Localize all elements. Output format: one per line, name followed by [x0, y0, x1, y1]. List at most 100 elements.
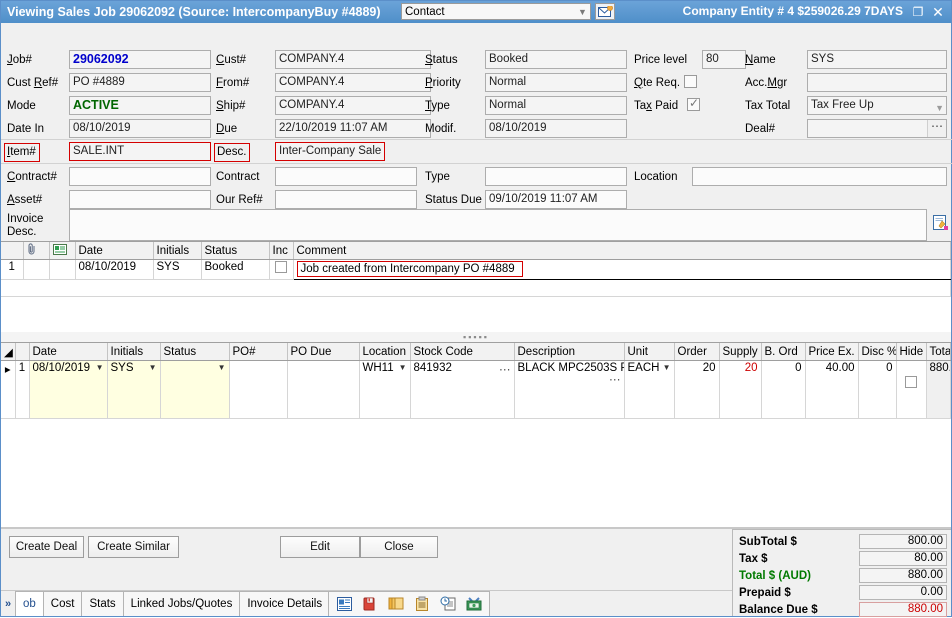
acc-mgr-field[interactable] — [807, 73, 947, 92]
from-number-field[interactable]: COMPANY.4 — [275, 73, 431, 92]
description-browse-button[interactable]: ⋯ — [609, 374, 621, 386]
line-row-description[interactable]: BLACK MPC2503S PRINT CARTRIDGE ⋯ — [514, 361, 624, 419]
line-row-stock-code[interactable]: 841932 ⋯ — [410, 361, 514, 419]
cust-number-field[interactable]: COMPANY.4 — [275, 50, 431, 69]
create-similar-button[interactable]: Create Similar — [88, 536, 179, 558]
qte-req-checkbox[interactable] — [684, 75, 697, 88]
status-field[interactable]: Booked — [485, 50, 627, 69]
scroll-tabs-left-icon[interactable]: » — [1, 591, 15, 616]
comments-col-rownum[interactable] — [1, 242, 23, 260]
lines-col-description[interactable]: Description — [514, 343, 624, 361]
invoice-desc-field[interactable] — [69, 209, 927, 241]
tab-stats[interactable]: Stats — [81, 591, 123, 616]
location-field[interactable] — [692, 167, 947, 186]
comments-col-comment[interactable]: Comment — [293, 242, 951, 260]
tax-paid-checkbox[interactable] — [687, 98, 700, 111]
table-row[interactable]: ▸ 1 08/10/2019 ▼ SYS ▼ ▼ — [1, 361, 951, 419]
chevron-down-icon[interactable]: ▼ — [94, 362, 104, 374]
line-row-b-ord[interactable]: 0 — [761, 361, 805, 419]
lines-col-unit[interactable]: Unit — [624, 343, 674, 361]
contract-field[interactable] — [275, 167, 417, 186]
mail-icon[interactable] — [595, 3, 615, 20]
copy-pages-icon[interactable] — [383, 593, 409, 615]
lines-col-supply[interactable]: Supply — [719, 343, 761, 361]
grid-splitter[interactable]: ▪▪▪▪▪ — [1, 332, 951, 343]
type2-field[interactable] — [485, 167, 627, 186]
modif-field[interactable]: 08/10/2019 — [485, 119, 627, 138]
comments-col-status[interactable]: Status — [201, 242, 269, 260]
red-folder-icon[interactable] — [357, 593, 383, 615]
lines-col-disc-pct[interactable]: Disc % — [858, 343, 896, 361]
line-row-status[interactable]: ▼ — [160, 361, 229, 419]
comments-col-note[interactable] — [49, 242, 75, 260]
desc-field[interactable]: Inter-Company Sale — [275, 142, 385, 161]
contact-select[interactable]: Contact ▼ — [401, 3, 591, 20]
comment-row-comment-cell[interactable]: Job created from Intercompany PO #4889 — [293, 260, 951, 280]
comments-col-initials[interactable]: Initials — [153, 242, 201, 260]
line-row-order[interactable]: 20 — [674, 361, 719, 419]
tab-linked-jobs-quotes[interactable]: Linked Jobs/Quotes — [123, 591, 241, 616]
lines-col-status[interactable]: Status — [160, 343, 229, 361]
job-number-field[interactable]: 29062092 — [69, 50, 211, 69]
line-row-po[interactable] — [229, 361, 287, 419]
line-row-hide-checkbox[interactable] — [896, 361, 926, 419]
line-row-po-due[interactable] — [287, 361, 359, 419]
edit-button[interactable]: Edit — [280, 536, 360, 558]
line-row-price-ex[interactable]: 40.00 — [805, 361, 858, 419]
close-button[interactable]: Close — [360, 536, 438, 558]
history-document-icon[interactable] — [435, 593, 461, 615]
tab-cost[interactable]: Cost — [43, 591, 83, 616]
lines-col-po-due[interactable]: PO Due — [287, 343, 359, 361]
restore-button[interactable]: ❐ — [909, 3, 927, 21]
line-row-date[interactable]: 08/10/2019 ▼ — [29, 361, 107, 419]
price-level-field[interactable]: 80 — [702, 50, 746, 69]
lines-col-stock-code[interactable]: Stock Code — [410, 343, 514, 361]
item-number-field[interactable]: SALE.INT — [69, 142, 211, 161]
deal-browse-button[interactable]: ⋯ — [927, 120, 946, 137]
type-field[interactable]: Normal — [485, 96, 627, 115]
comment-row-date[interactable]: 08/10/2019 — [75, 260, 153, 280]
chevron-down-icon[interactable]: ▼ — [661, 362, 671, 374]
date-in-field[interactable]: 08/10/2019 — [69, 119, 211, 138]
chevron-down-icon[interactable]: ▼ — [147, 362, 157, 374]
lines-col-rownum[interactable] — [15, 343, 29, 361]
mode-field[interactable]: ACTIVE — [69, 96, 211, 115]
create-deal-button[interactable]: Create Deal — [9, 536, 84, 558]
lines-col-po[interactable]: PO# — [229, 343, 287, 361]
lines-col-order[interactable]: Order — [674, 343, 719, 361]
lines-col-total[interactable]: Total — [926, 343, 951, 361]
lines-col-price-ex[interactable]: Price Ex. — [805, 343, 858, 361]
comments-col-attachment[interactable] — [23, 242, 49, 260]
lines-col-date[interactable]: Date — [29, 343, 107, 361]
line-row-location[interactable]: WH11 ▼ — [359, 361, 410, 419]
contact-card-icon[interactable] — [331, 593, 357, 615]
lines-col-b-ord[interactable]: B. Ord — [761, 343, 805, 361]
ship-number-field[interactable]: COMPANY.4 — [275, 96, 431, 115]
deal-number-field[interactable]: ⋯ — [807, 119, 947, 138]
line-row-disc-pct[interactable]: 0 — [858, 361, 896, 419]
line-row-supply[interactable]: 20 — [719, 361, 761, 419]
table-row[interactable]: 1 08/10/2019 SYS Booked Job created from… — [1, 260, 951, 280]
asset-number-field[interactable] — [69, 190, 211, 209]
lines-col-location[interactable]: Location — [359, 343, 410, 361]
line-row-unit[interactable]: EACH ▼ — [624, 361, 674, 419]
comments-col-inc[interactable]: Inc — [269, 242, 293, 260]
comment-row-initials[interactable]: SYS — [153, 260, 201, 280]
our-ref-field[interactable] — [275, 190, 417, 209]
close-window-button[interactable]: ✕ — [929, 3, 947, 21]
name-field[interactable]: SYS — [807, 50, 947, 69]
stock-code-browse-button[interactable]: ⋯ — [499, 362, 511, 376]
chevron-down-icon[interactable]: ▼ — [216, 362, 226, 374]
clipboard-icon[interactable] — [409, 593, 435, 615]
comments-col-date[interactable]: Date — [75, 242, 153, 260]
priority-field[interactable]: Normal — [485, 73, 627, 92]
lines-col-hide[interactable]: Hide — [896, 343, 926, 361]
comment-row-attachment[interactable] — [23, 260, 49, 280]
due-field[interactable]: 22/10/2019 11:07 AM — [275, 119, 431, 138]
tax-total-select[interactable]: Tax Free Up ▼ — [807, 96, 947, 115]
tab-invoice-details[interactable]: Invoice Details — [239, 591, 330, 616]
comment-row-status[interactable]: Booked — [201, 260, 269, 280]
edit-document-icon[interactable] — [931, 213, 951, 233]
payment-icon[interactable] — [461, 593, 487, 615]
tab-job[interactable]: ob — [15, 591, 44, 616]
